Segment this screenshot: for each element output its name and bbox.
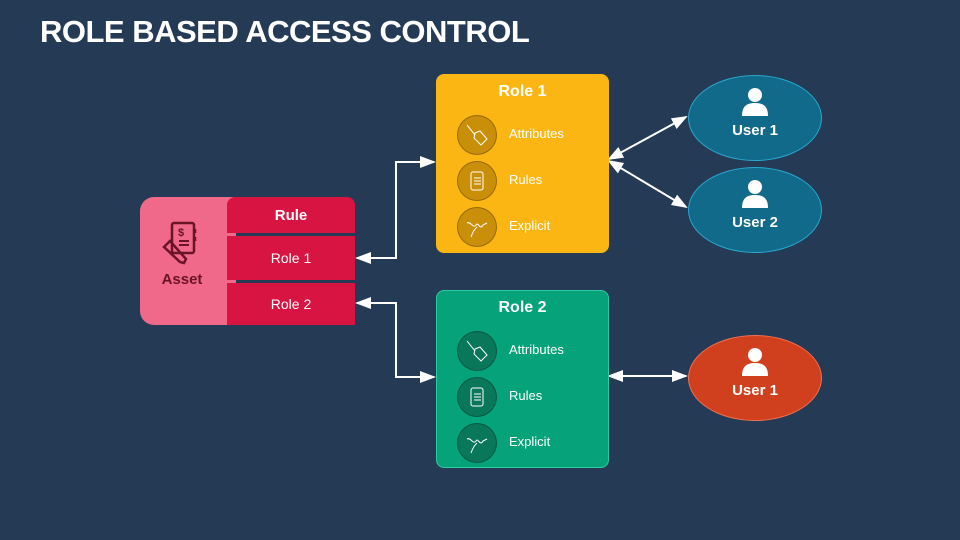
document-pen-icon: $ <box>162 221 197 265</box>
asset-panel: $ Asset <box>140 197 236 325</box>
role2-item-rules: Rules <box>457 377 607 417</box>
rule-row-role2[interactable]: Role 2 <box>227 283 355 325</box>
user-label: User 1 <box>732 382 778 399</box>
asset-label: Asset <box>161 271 203 288</box>
item-label: Attributes <box>509 342 564 357</box>
arrow-user2-role1 <box>607 159 688 209</box>
scroll-icon <box>470 387 484 407</box>
item-label: Attributes <box>509 126 564 141</box>
user-icon <box>742 348 768 376</box>
user-node-role1-user2[interactable]: User 2 <box>688 167 822 253</box>
item-label: Explicit <box>509 218 551 233</box>
role2-title: Role 2 <box>498 299 547 316</box>
user-label: User 1 <box>732 122 778 139</box>
role2-item-explicit: Explicit <box>457 423 607 463</box>
user-node-role1-user1[interactable]: User 1 <box>688 75 822 161</box>
scroll-icon <box>470 171 484 191</box>
signature-icon <box>466 222 488 238</box>
user-label: User 2 <box>732 214 778 231</box>
role1-item-rules: Rules <box>457 161 607 201</box>
role1-item-attributes: Attributes <box>457 115 607 155</box>
rule-header: Rule <box>227 197 355 233</box>
arrow-user1-role1 <box>607 116 688 160</box>
user-node-role2-user1[interactable]: User 1 <box>688 335 822 421</box>
tag-icon <box>466 124 488 146</box>
item-label: Rules <box>509 172 543 187</box>
item-label: Rules <box>509 388 543 403</box>
role2-card[interactable]: Role 2 Attributes Rules Explicit <box>436 290 609 468</box>
rule-row-role1[interactable]: Role 1 <box>227 236 355 280</box>
svg-text:$: $ <box>178 227 184 239</box>
arrow-role2-link <box>355 297 436 383</box>
item-label: Explicit <box>509 434 551 449</box>
role1-item-explicit: Explicit <box>457 207 607 247</box>
signature-icon <box>466 438 488 454</box>
role1-title: Role 1 <box>498 83 547 100</box>
role1-card[interactable]: Role 1 Attributes Rules Explicit <box>436 74 609 253</box>
arrow-role1-link <box>355 156 436 264</box>
role2-item-attributes: Attributes <box>457 331 607 371</box>
tag-icon <box>466 340 488 362</box>
user-icon <box>742 88 768 116</box>
user-icon <box>742 180 768 208</box>
